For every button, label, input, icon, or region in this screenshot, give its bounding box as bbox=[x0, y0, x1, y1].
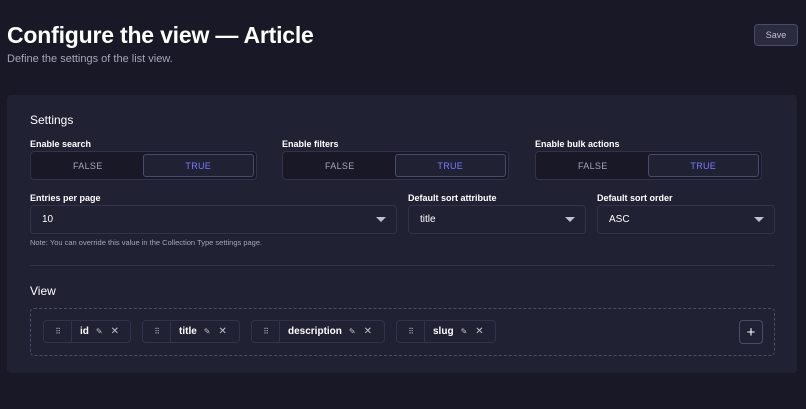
pencil-icon[interactable]: ✎ bbox=[96, 327, 103, 336]
view-field-id[interactable]: ⠿ id ✎ ✕ bbox=[43, 320, 131, 343]
view-field-name: description bbox=[288, 326, 342, 337]
view-fields-dropzone: ⠿ id ✎ ✕ ⠿ title ✎ ✕ ⠿ description ✎ ✕ ⠿… bbox=[30, 308, 775, 356]
view-section-title: View bbox=[30, 284, 56, 298]
default-sort-attribute-value: title bbox=[420, 214, 436, 225]
default-sort-attribute-select[interactable]: title bbox=[408, 205, 586, 234]
settings-card: Settings Enable search FALSE TRUE Enable… bbox=[7, 95, 797, 373]
enable-bulk-actions-label: Enable bulk actions bbox=[535, 139, 620, 149]
view-field-description[interactable]: ⠿ description ✎ ✕ bbox=[251, 320, 385, 343]
close-icon[interactable]: ✕ bbox=[218, 326, 226, 337]
enable-search-true-option[interactable]: TRUE bbox=[142, 154, 254, 177]
page-subtitle: Define the settings of the list view. bbox=[7, 53, 173, 65]
view-field-name: title bbox=[179, 326, 197, 337]
entries-per-page-select[interactable]: 10 bbox=[30, 205, 397, 234]
default-sort-order-select[interactable]: ASC bbox=[597, 205, 775, 234]
enable-search-false-option[interactable]: FALSE bbox=[33, 154, 143, 177]
close-icon[interactable]: ✕ bbox=[111, 326, 119, 337]
view-field-name: id bbox=[80, 326, 89, 337]
chevron-down-icon bbox=[565, 217, 575, 222]
default-sort-order-value: ASC bbox=[609, 214, 630, 225]
default-sort-order-label: Default sort order bbox=[597, 193, 673, 203]
drag-handle-icon[interactable]: ⠿ bbox=[252, 321, 280, 342]
add-field-button[interactable]: + bbox=[739, 320, 763, 344]
enable-search-label: Enable search bbox=[30, 139, 92, 149]
enable-filters-toggle: FALSE TRUE bbox=[282, 151, 509, 180]
drag-handle-icon[interactable]: ⠿ bbox=[44, 321, 72, 342]
view-field-name: slug bbox=[433, 326, 454, 337]
enable-bulk-actions-false-option[interactable]: FALSE bbox=[538, 154, 648, 177]
chevron-down-icon bbox=[376, 217, 386, 222]
view-field-title[interactable]: ⠿ title ✎ ✕ bbox=[142, 320, 240, 343]
close-icon[interactable]: ✕ bbox=[364, 326, 372, 337]
entries-per-page-note: Note: You can override this value in the… bbox=[30, 238, 263, 247]
entries-per-page-label: Entries per page bbox=[30, 193, 101, 203]
enable-search-toggle: FALSE TRUE bbox=[30, 151, 257, 180]
page-title: Configure the view — Article bbox=[7, 22, 314, 48]
save-button[interactable]: Save bbox=[754, 24, 798, 46]
entries-per-page-value: 10 bbox=[42, 214, 54, 225]
drag-handle-icon[interactable]: ⠿ bbox=[397, 321, 425, 342]
close-icon[interactable]: ✕ bbox=[475, 326, 483, 337]
drag-handle-icon[interactable]: ⠿ bbox=[143, 321, 171, 342]
pencil-icon[interactable]: ✎ bbox=[349, 327, 356, 336]
pencil-icon[interactable]: ✎ bbox=[204, 327, 211, 336]
enable-filters-label: Enable filters bbox=[282, 139, 339, 149]
pencil-icon[interactable]: ✎ bbox=[461, 327, 468, 336]
enable-filters-true-option[interactable]: TRUE bbox=[394, 154, 506, 177]
enable-bulk-actions-toggle: FALSE TRUE bbox=[535, 151, 762, 180]
enable-bulk-actions-true-option[interactable]: TRUE bbox=[647, 154, 759, 177]
default-sort-attribute-label: Default sort attribute bbox=[408, 193, 497, 203]
settings-section-title: Settings bbox=[30, 113, 74, 127]
enable-filters-false-option[interactable]: FALSE bbox=[285, 154, 395, 177]
view-field-slug[interactable]: ⠿ slug ✎ ✕ bbox=[396, 320, 496, 343]
section-divider bbox=[30, 265, 775, 266]
chevron-down-icon bbox=[754, 217, 764, 222]
